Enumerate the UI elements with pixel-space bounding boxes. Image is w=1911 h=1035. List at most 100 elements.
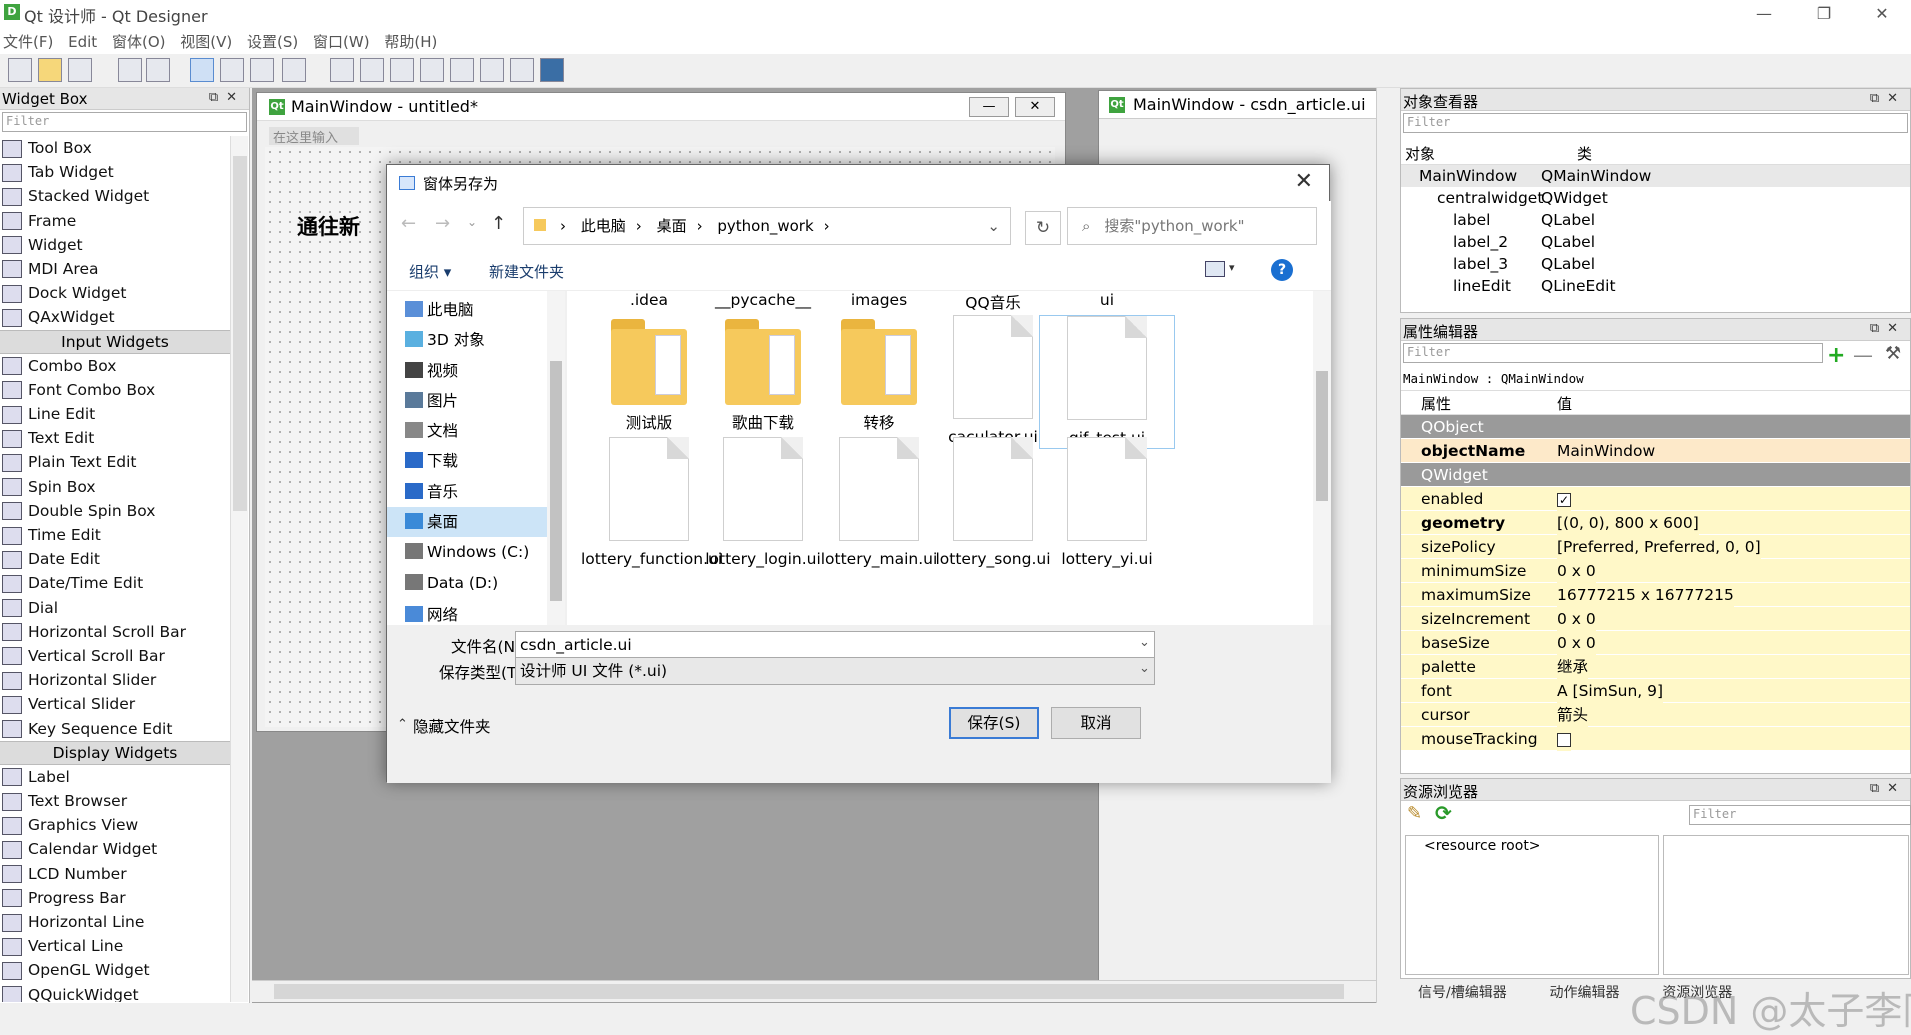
widget-item[interactable]: Calendar Widget bbox=[0, 837, 230, 861]
save-icon[interactable] bbox=[68, 58, 92, 82]
search-box[interactable]: ⌕ 搜索"python_work" bbox=[1067, 207, 1317, 245]
form-close-button[interactable]: ✕ bbox=[1015, 97, 1055, 117]
widget-item[interactable]: Frame bbox=[0, 209, 230, 233]
scrollbar-thumb[interactable] bbox=[274, 984, 1344, 999]
wrench-icon[interactable]: ⚒ bbox=[1885, 343, 1901, 364]
property-row[interactable]: baseSize 0 x 0 bbox=[1401, 631, 1910, 655]
file-item[interactable]: lottery_yi.ui bbox=[1039, 437, 1175, 569]
cancel-button[interactable]: 取消 bbox=[1051, 707, 1141, 739]
filetype-dropdown-icon[interactable]: ⌄ bbox=[1139, 661, 1150, 676]
up-arrow-icon[interactable]: ↑ bbox=[491, 213, 506, 234]
dock-buttons[interactable]: ⧉✕ bbox=[209, 90, 245, 105]
address-breadcrumb[interactable]: › 此电脑 › 桌面 › python_work › ⌄ bbox=[523, 207, 1011, 245]
object-tree-row[interactable]: label QLabel bbox=[1401, 209, 1910, 231]
property-value[interactable]: 0 x 0 bbox=[1557, 607, 1596, 631]
property-value[interactable]: A [SimSun, 9] bbox=[1557, 679, 1664, 703]
form-minimize-button[interactable]: — bbox=[969, 97, 1009, 117]
property-value[interactable]: 继承 bbox=[1557, 655, 1589, 679]
new-file-icon[interactable] bbox=[8, 58, 32, 82]
property-row[interactable]: sizePolicy [Preferred, Preferred, 0, 0] bbox=[1401, 535, 1910, 559]
tab-action-editor[interactable]: 动作编辑器 bbox=[1532, 979, 1640, 1002]
widget-category[interactable]: Input Widgets bbox=[0, 329, 230, 354]
widget-item[interactable]: Dock Widget bbox=[0, 281, 230, 305]
back-arrow-icon[interactable]: ← bbox=[401, 213, 416, 234]
widget-category[interactable]: Display Widgets bbox=[0, 740, 230, 765]
remove-property-icon[interactable]: — bbox=[1853, 343, 1873, 367]
folder-name-partial[interactable]: ui bbox=[1039, 291, 1175, 309]
filetype-select[interactable]: 设计师 UI 文件 (*.ui) bbox=[515, 657, 1155, 685]
menu-form[interactable]: 窗体(O) bbox=[109, 28, 173, 52]
widget-item[interactable]: MDI Area bbox=[0, 257, 230, 281]
nav-item[interactable]: 视频 bbox=[387, 356, 564, 386]
widget-item[interactable]: Text Browser bbox=[0, 789, 230, 813]
property-row[interactable]: sizeIncrement 0 x 0 bbox=[1401, 607, 1910, 631]
widget-item[interactable]: QQuickWidget bbox=[0, 983, 230, 1002]
layout-vertical-splitter-icon[interactable] bbox=[420, 58, 444, 82]
widget-item[interactable]: Dial bbox=[0, 596, 230, 620]
widget-item[interactable]: Plain Text Edit bbox=[0, 450, 230, 474]
property-filter-input[interactable]: Filter bbox=[1403, 343, 1823, 363]
dialog-title-bar[interactable]: 窗体另存为 ✕ bbox=[387, 165, 1329, 201]
filename-dropdown-icon[interactable]: ⌄ bbox=[1139, 635, 1150, 650]
widget-item[interactable]: Progress Bar bbox=[0, 886, 230, 910]
property-row[interactable]: enabled ✓ bbox=[1401, 487, 1910, 511]
menu-settings[interactable]: 设置(S) bbox=[244, 28, 305, 52]
property-value[interactable]: ✓ bbox=[1557, 487, 1571, 511]
help-icon[interactable]: ? bbox=[1271, 259, 1293, 281]
widget-item[interactable]: Text Edit bbox=[0, 426, 230, 450]
widget-item[interactable]: Widget bbox=[0, 233, 230, 257]
property-value[interactable]: 16777215 x 16777215 bbox=[1557, 583, 1734, 607]
property-row[interactable]: maximumSize 16777215 x 16777215 bbox=[1401, 583, 1910, 607]
nav-item[interactable]: 文档 bbox=[387, 416, 564, 446]
edit-resources-icon[interactable]: ✎ bbox=[1407, 803, 1422, 824]
restore-button[interactable]: ❐ bbox=[1798, 0, 1850, 28]
recent-chevron-icon[interactable]: ⌄ bbox=[467, 215, 477, 229]
nav-item[interactable]: 此电脑 bbox=[387, 295, 564, 325]
widget-item[interactable]: Line Edit bbox=[0, 402, 230, 426]
dock-buttons[interactable]: ⧉✕ bbox=[1870, 781, 1906, 796]
nav-item[interactable]: 桌面 bbox=[387, 507, 564, 538]
widget-item[interactable]: Tab Widget bbox=[0, 160, 230, 184]
object-filter-input[interactable]: Filter bbox=[1403, 113, 1908, 133]
breadcrumb-python-work[interactable]: python_work bbox=[717, 217, 813, 235]
widget-list-scrollbar[interactable] bbox=[230, 136, 248, 1002]
widget-item[interactable]: Stacked Widget bbox=[0, 184, 230, 208]
nav-item[interactable]: 音乐 bbox=[387, 477, 564, 507]
scrollbar-thumb[interactable] bbox=[550, 361, 562, 601]
menu-file[interactable]: 文件(F) bbox=[0, 28, 60, 52]
property-value[interactable]: MainWindow bbox=[1557, 439, 1655, 463]
checkbox[interactable]: ✓ bbox=[1557, 492, 1571, 507]
nav-item[interactable]: Data (D:) bbox=[387, 568, 564, 598]
layout-horizontal-icon[interactable] bbox=[330, 58, 354, 82]
menu-window[interactable]: 窗口(W) bbox=[310, 28, 377, 52]
file-item[interactable]: gif_test.ui bbox=[1039, 315, 1175, 449]
navigation-scrollbar[interactable] bbox=[547, 291, 565, 625]
widget-item[interactable]: Vertical Scroll Bar bbox=[0, 644, 230, 668]
property-value[interactable] bbox=[1557, 727, 1571, 751]
open-folder-icon[interactable] bbox=[38, 58, 62, 82]
object-tree-row[interactable]: lineEdit QLineEdit bbox=[1401, 275, 1910, 297]
copy-icon[interactable] bbox=[118, 58, 142, 82]
resource-filter-input[interactable]: Filter bbox=[1689, 805, 1911, 825]
tab-signal-slot-editor[interactable]: 信号/槽编辑器 bbox=[1400, 979, 1527, 1002]
property-value[interactable]: 箭头 bbox=[1557, 703, 1589, 727]
chevron-up-icon[interactable]: ⌃ bbox=[397, 717, 408, 732]
break-layout-icon[interactable] bbox=[510, 58, 534, 82]
property-row[interactable]: palette 继承 bbox=[1401, 655, 1910, 679]
widget-item[interactable]: LCD Number bbox=[0, 862, 230, 886]
menu-edit[interactable]: Edit bbox=[65, 30, 104, 51]
view-dropdown-icon[interactable]: ▾ bbox=[1229, 261, 1235, 274]
menu-type-here[interactable]: 在这里输入 bbox=[269, 127, 359, 146]
breadcrumb-desktop[interactable]: 桌面 bbox=[657, 217, 687, 235]
hide-folders-toggle[interactable]: 隐藏文件夹 bbox=[413, 715, 491, 737]
form-label[interactable]: 通往新 bbox=[297, 211, 360, 241]
property-value[interactable]: 0 x 0 bbox=[1557, 631, 1596, 655]
widget-item[interactable]: Date/Time Edit bbox=[0, 571, 230, 595]
widget-item[interactable]: Vertical Line bbox=[0, 934, 230, 958]
breadcrumb-this-pc[interactable]: 此电脑 bbox=[581, 217, 626, 235]
group-qobject[interactable]: QObject bbox=[1401, 415, 1910, 439]
checkbox[interactable] bbox=[1557, 732, 1571, 747]
widget-item[interactable]: Horizontal Line bbox=[0, 910, 230, 934]
mdi-vertical-scrollbar[interactable] bbox=[1376, 88, 1396, 1003]
object-tree-row[interactable]: label_2 QLabel bbox=[1401, 231, 1910, 253]
